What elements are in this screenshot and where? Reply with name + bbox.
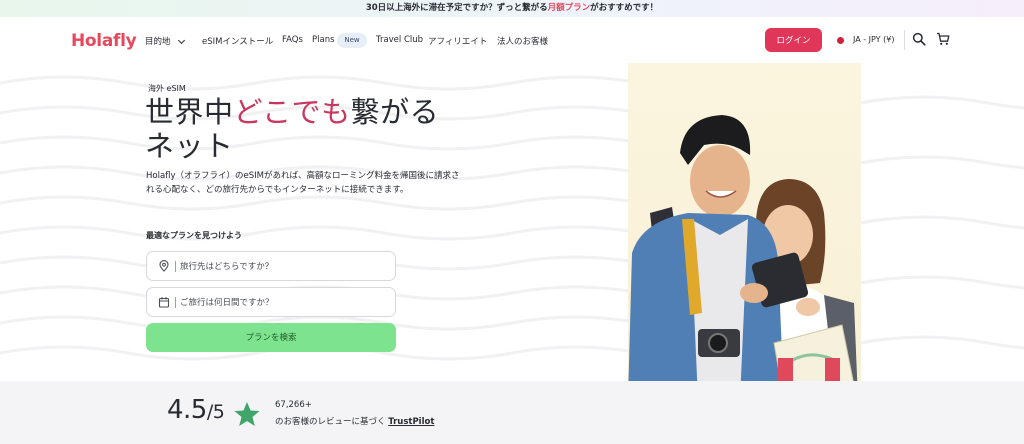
nav-affiliate[interactable]: アフィリエイト [428, 35, 487, 47]
location-pin-icon [159, 260, 169, 272]
review-text: のお客様のレビューに基づく [275, 417, 386, 427]
headline-highlight: どこでも [233, 95, 351, 129]
search-plans-button[interactable]: プランを検索 [146, 323, 396, 352]
travelers-illustration [628, 115, 858, 400]
cart-icon[interactable] [936, 32, 950, 46]
nav-travel-club[interactable]: Travel Club [376, 35, 423, 45]
banner-highlight: 月額プラン [547, 3, 591, 13]
rating-value: 4.5 [167, 395, 207, 425]
japan-flag-icon [837, 37, 844, 44]
banner-text: 30日以上海外に滞在予定ですか？ずっと繋がる [365, 3, 548, 13]
headline-line-2: ネット [145, 129, 234, 163]
headline-part-1: 世界中 [145, 95, 234, 129]
duration-field[interactable] [146, 287, 396, 317]
hero-headline: 世界中どこでも繋がる ネット [145, 95, 465, 163]
nav-esim-install[interactable]: eSIMインストール [202, 35, 273, 47]
plan-finder-label: 最適なプランを見つけよう [146, 231, 242, 240]
rating-score: 4.5/5 [167, 395, 225, 425]
duration-input[interactable] [180, 294, 380, 311]
rating-max: /5 [206, 401, 225, 423]
banner-text-end: がおすすめです！ [590, 3, 659, 13]
review-count: 67,266+ [275, 400, 312, 410]
nav-faqs[interactable]: FAQs [282, 35, 303, 45]
language-currency-selector[interactable]: JA - JPY (¥) [853, 35, 894, 44]
field-separator [175, 261, 176, 272]
hero-travelers-image [628, 63, 861, 400]
review-source: のお客様のレビューに基づく TrustPilot [275, 415, 434, 427]
destination-field[interactable] [146, 251, 396, 281]
trustpilot-link[interactable]: TrustPilot [388, 417, 434, 427]
main-nav: Holafly 目的地 eSIMインストール FAQs Plans New Tr… [0, 17, 1024, 63]
nav-plans[interactable]: Plans [312, 35, 335, 45]
calendar-icon [158, 297, 170, 308]
announcement-banner[interactable]: 30日以上海外に滞在予定ですか？ずっと繋がる月額プランがおすすめです！ [0, 0, 1024, 17]
hero-description: Holafly（オラフライ）のeSIMがあれば、高額なローミング料金を帰国後に請… [146, 171, 460, 195]
field-separator [175, 297, 176, 308]
star-icon [234, 402, 260, 426]
destination-input[interactable] [180, 258, 380, 275]
chevron-down-icon[interactable] [177, 36, 186, 45]
new-badge: New [337, 33, 367, 48]
nav-corporate[interactable]: 法人のお客様 [497, 35, 548, 47]
rating-section [0, 381, 1024, 444]
nav-destination[interactable]: 目的地 [145, 35, 171, 47]
nav-divider [904, 30, 905, 50]
holafly-logo[interactable]: Holafly [71, 31, 137, 51]
search-icon[interactable] [912, 32, 926, 46]
hero-eyebrow: 海外 eSIM [148, 84, 186, 93]
headline-part-2: 繋がる [350, 95, 440, 129]
login-button[interactable]: ログイン [765, 28, 822, 52]
